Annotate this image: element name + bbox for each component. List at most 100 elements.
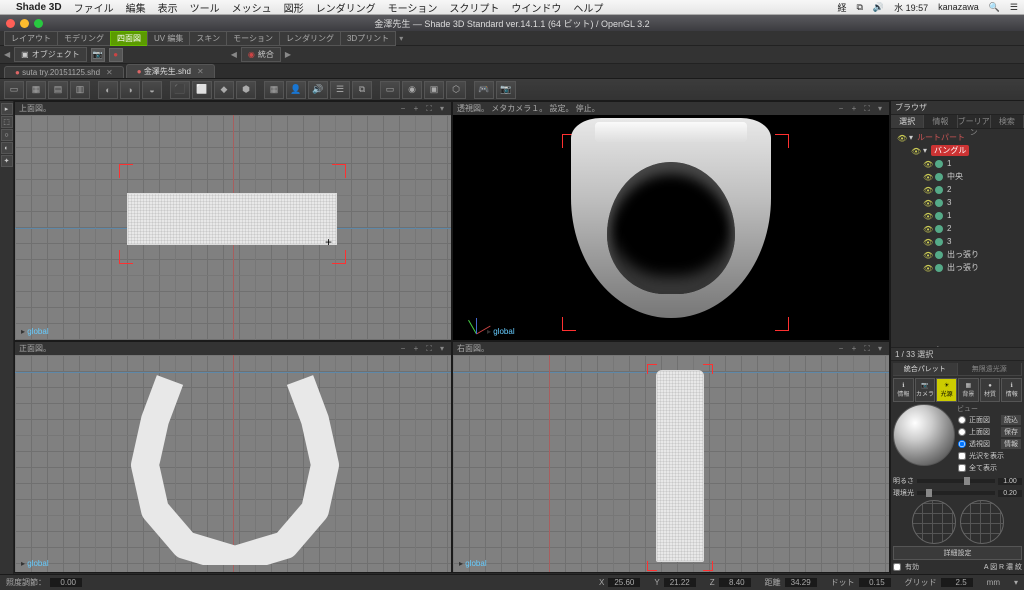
menu-mesh[interactable]: メッシュ [232, 0, 272, 15]
vp-fit-icon[interactable]: ⛶ [862, 344, 872, 354]
tool-icon[interactable]: 🎮 [474, 81, 494, 99]
view-opt[interactable]: 上面図保存 [957, 426, 1022, 438]
tab-modeling[interactable]: モデリング [57, 31, 111, 46]
tool-icon[interactable]: 📷 [496, 81, 516, 99]
tab-boolean[interactable]: ブーリアン [958, 115, 991, 128]
vp-minus-icon[interactable]: − [398, 344, 408, 354]
tab-render[interactable]: レンダリング [279, 31, 341, 46]
dot-field[interactable]: ドット0.15 [831, 577, 891, 588]
angle-globe[interactable] [912, 500, 956, 544]
menu-help[interactable]: ヘルプ [573, 0, 603, 15]
tool-icon[interactable]: ◐ [1, 142, 13, 154]
vp-menu-icon[interactable]: ▾ [875, 104, 885, 114]
object-button[interactable]: ▣オブジェクト [14, 47, 87, 62]
viewport-perspective[interactable]: 透視図。 メタカメラ１。 設定。 停止。 −+⛶▾ global [452, 101, 890, 341]
vp-fit-icon[interactable]: ⛶ [424, 344, 434, 354]
tool-icon[interactable]: ○ [1, 129, 13, 141]
tool-icon[interactable]: ⬡ [446, 81, 466, 99]
tool-icon[interactable]: ▭ [4, 81, 24, 99]
unit-label[interactable]: mm [987, 578, 1000, 587]
viewport-title[interactable]: 上面図。 [19, 103, 51, 114]
brightness-slider[interactable]: 明るさ1.00 [893, 476, 1022, 486]
scene-tree[interactable]: 👁▾ルートパート 👁▾バングル 👁1 👁中央 👁2 👁3 👁1 👁2 👁3 👁出… [891, 129, 1024, 347]
zoom-button[interactable] [34, 19, 43, 28]
tool-icon[interactable]: ⬛ [170, 81, 190, 99]
tree-item[interactable]: 👁中央 [893, 170, 1022, 183]
tab-3dprint[interactable]: 3Dプリント [340, 31, 396, 46]
back2-icon[interactable]: ◀ [231, 50, 237, 59]
tool-icon[interactable]: ⬢ [236, 81, 256, 99]
vp-plus-icon[interactable]: + [849, 104, 859, 114]
menu-motion[interactable]: モーション [388, 0, 438, 15]
tool-icon[interactable]: ◑ [120, 81, 140, 99]
tree-root[interactable]: 👁▾ルートパート [893, 131, 1022, 144]
tool-icon[interactable]: ▣ [424, 81, 444, 99]
tool-icon[interactable]: ▤ [48, 81, 68, 99]
tree-item[interactable]: 👁1 [893, 209, 1022, 222]
menu-tool[interactable]: ツール [190, 0, 220, 15]
back-icon[interactable]: ◀ [4, 50, 10, 59]
tab-info[interactable]: 情報 [924, 115, 957, 128]
spotlight-icon[interactable]: 🔍 [989, 2, 1000, 13]
tool-icon[interactable]: ⧉ [352, 81, 372, 99]
tree-item-selected[interactable]: 👁▾バングル [893, 144, 1022, 157]
tool-icon[interactable]: ◆ [214, 81, 234, 99]
footer-icons[interactable]: A 図 R 濃 紋 [984, 562, 1022, 572]
tab-skin[interactable]: スキン [189, 31, 227, 46]
mat-bg-icon[interactable]: ▦背景 [958, 378, 979, 402]
angle-globe[interactable] [960, 500, 1004, 544]
grid-field[interactable]: グリッド2.5 [905, 577, 973, 588]
volume-icon[interactable]: 🔊 [873, 2, 884, 13]
vp-plus-icon[interactable]: + [411, 104, 421, 114]
tree-item[interactable]: 👁出っ張り [893, 248, 1022, 261]
tool-icon[interactable]: ▸ [1, 103, 13, 115]
fwd-icon[interactable]: ▶ [285, 50, 291, 59]
mat-light-icon[interactable]: ☀光源 [936, 378, 957, 402]
tree-item[interactable]: 👁2 [893, 183, 1022, 196]
tab-layout[interactable]: レイアウト [4, 31, 58, 46]
merge-button[interactable]: ◉統合 [241, 47, 281, 62]
tool-icon[interactable]: 👤 [286, 81, 306, 99]
view-opt[interactable]: 正面図読込 [957, 414, 1022, 426]
tree-item[interactable]: 👁出っ張り [893, 261, 1022, 274]
file-tab-1[interactable]: suta try.20151125.shd✕ [4, 66, 124, 78]
tool-icon[interactable]: ◒ [142, 81, 162, 99]
tab-motion[interactable]: モーション [226, 31, 280, 46]
vp-menu-icon[interactable]: ▾ [875, 344, 885, 354]
vp-plus-icon[interactable]: + [849, 344, 859, 354]
file-tab-2[interactable]: 金澤先生.shd✕ [126, 64, 215, 78]
tab-palette[interactable]: 統合パレット [893, 363, 958, 375]
tool-icon[interactable]: ▥ [70, 81, 90, 99]
tool-icon[interactable]: ⬚ [1, 116, 13, 128]
close-icon[interactable]: ✕ [106, 68, 113, 77]
record-icon[interactable]: ● [109, 48, 123, 62]
tab-search[interactable]: 検索 [991, 115, 1024, 128]
tool-icon[interactable]: 🔊 [308, 81, 328, 99]
menu-view[interactable]: 表示 [158, 0, 178, 15]
app-name[interactable]: Shade 3D [16, 2, 62, 13]
effective-checkbox[interactable] [893, 563, 901, 571]
view-opt[interactable]: 全て表示 [957, 462, 1022, 474]
vp-minus-icon[interactable]: − [398, 104, 408, 114]
viewport-right[interactable]: 右面図。 −+⛶▾ global [452, 341, 890, 573]
tree-item[interactable]: 👁3 [893, 196, 1022, 209]
brightness-field[interactable]: 照度調節：0.00 [6, 577, 82, 588]
menu-icon[interactable]: ☰ [1010, 2, 1018, 13]
menu-shape[interactable]: 図形 [284, 0, 304, 15]
tab-infinite-light[interactable]: 無限遠光源 [958, 363, 1023, 375]
view-opt[interactable]: 透視図情報 [957, 438, 1022, 450]
viewport-title[interactable]: 正面図。 [19, 343, 51, 354]
close-icon[interactable]: ✕ [197, 67, 204, 76]
viewport-title[interactable]: 透視図。 メタカメラ１。 設定。 停止。 [457, 103, 600, 114]
close-button[interactable] [6, 19, 15, 28]
vp-fit-icon[interactable]: ⛶ [424, 104, 434, 114]
menu-script[interactable]: スクリプト [449, 0, 499, 15]
tool-icon[interactable]: ▦ [26, 81, 46, 99]
viewport-title[interactable]: 右面図。 [457, 343, 489, 354]
ambient-slider[interactable]: 環境光0.20 [893, 488, 1022, 498]
tree-item[interactable]: 👁3 [893, 235, 1022, 248]
mat-info-icon[interactable]: ℹ情報 [893, 378, 914, 402]
wifi-icon[interactable]: ⧉ [856, 2, 862, 13]
tool-icon[interactable]: ⬜ [192, 81, 212, 99]
vp-menu-icon[interactable]: ▾ [437, 344, 447, 354]
